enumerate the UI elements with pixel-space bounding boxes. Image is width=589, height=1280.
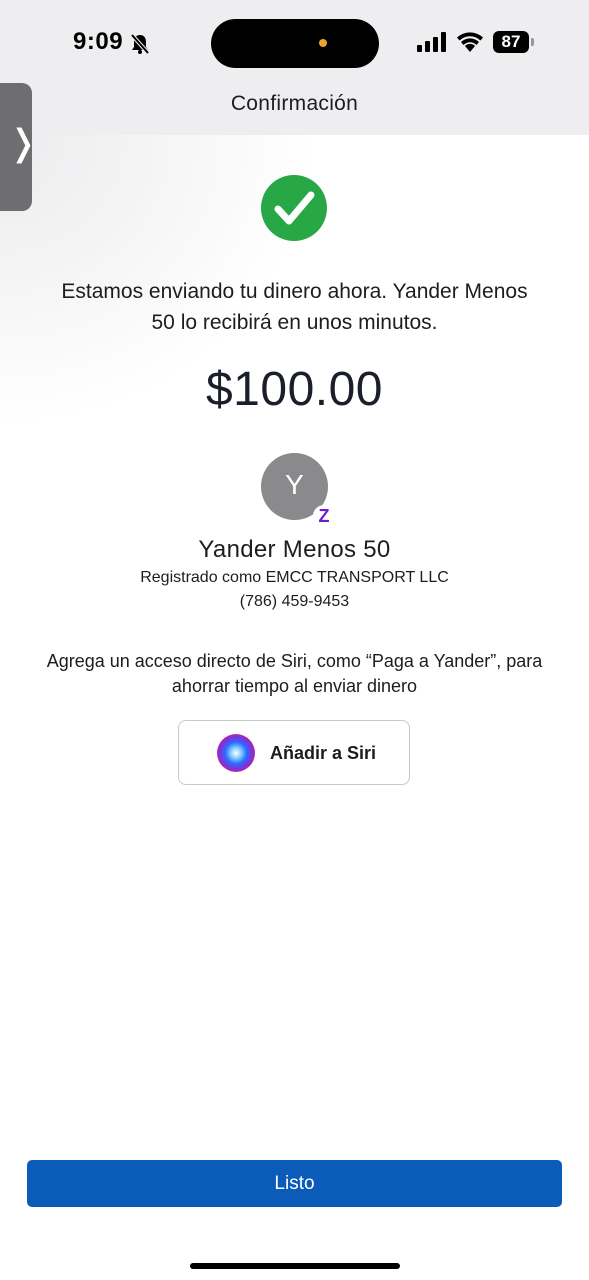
battery-cap — [531, 38, 534, 46]
done-button[interactable]: Listo — [27, 1160, 562, 1207]
nav-header: Confirmación — [0, 88, 589, 135]
confirmation-message: Estamos enviando tu dinero ahora. Yander… — [61, 280, 528, 334]
wifi-icon — [457, 32, 483, 52]
recipient-name: Yander Menos 50 — [198, 536, 391, 563]
zelle-badge-icon: Z — [313, 505, 335, 527]
home-indicator[interactable] — [190, 1263, 400, 1269]
bell-slash-icon — [130, 33, 150, 55]
status-time: 9:09 — [73, 28, 124, 55]
page-title: Confirmación — [230, 92, 359, 115]
battery-icon: 87 — [493, 31, 529, 53]
recipient-phone: (786) 459-9453 — [239, 593, 350, 610]
checkmark-circle-icon — [261, 175, 327, 241]
side-panel-handle[interactable]: ❭ — [0, 83, 38, 211]
recipient-registration: Registrado como EMCC TRANSPORT LLC — [140, 569, 449, 586]
signal-icon — [417, 32, 446, 52]
chevron-right-icon: ❭ — [8, 122, 39, 163]
dynamic-island — [211, 19, 379, 68]
privacy-indicator-dot — [319, 39, 327, 47]
amount: $100.00 — [205, 363, 383, 416]
zelle-logo: Z — [318, 506, 330, 526]
battery-level: 87 — [501, 32, 521, 51]
siri-icon — [217, 734, 255, 772]
add-to-siri-label: Añadir a Siri — [270, 743, 377, 763]
done-label: Listo — [274, 1173, 315, 1194]
siri-prompt: Agrega un acceso directo de Siri, como “… — [46, 651, 543, 696]
add-to-siri-button[interactable]: Añadir a Siri — [178, 720, 410, 785]
avatar-initial: Y — [285, 469, 304, 500]
